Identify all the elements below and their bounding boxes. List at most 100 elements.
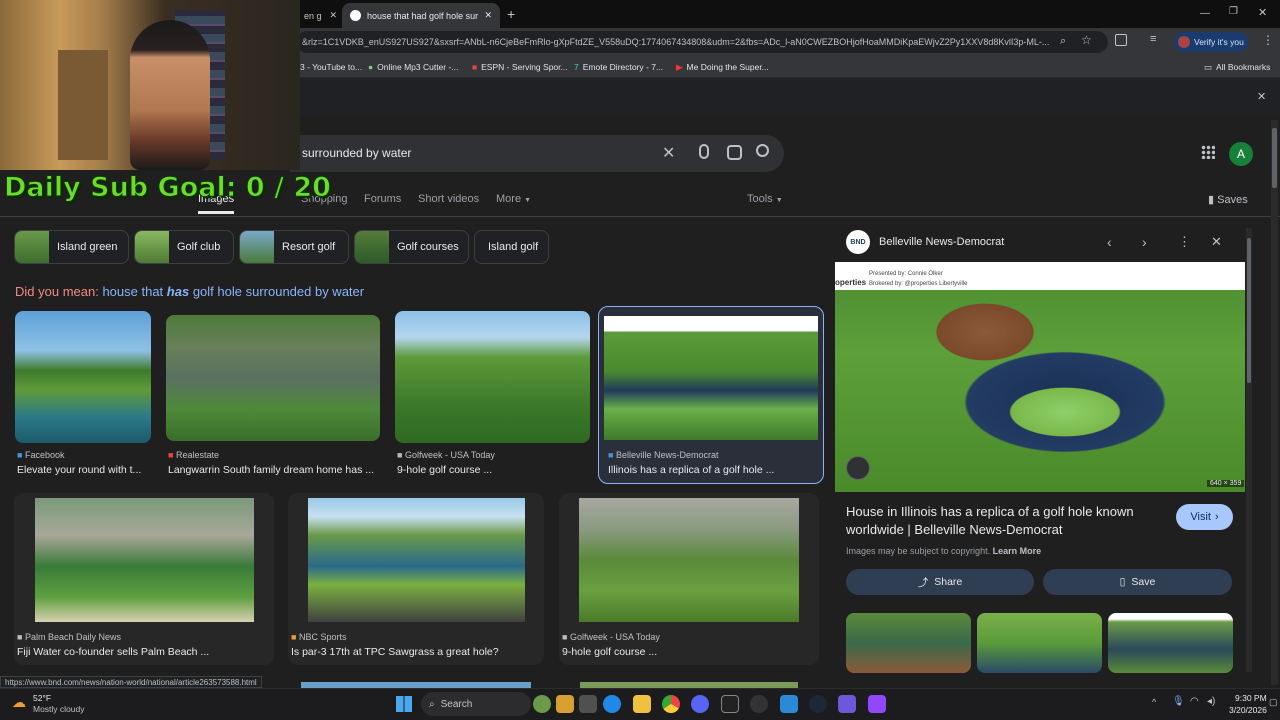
chrome-icon[interactable] <box>662 695 680 713</box>
chip-island-golf[interactable]: Island golf <box>474 230 549 264</box>
extensions-icon[interactable] <box>1115 34 1127 46</box>
result-image[interactable] <box>604 316 818 440</box>
minimize-icon[interactable]: — <box>1200 8 1210 19</box>
weather-temp[interactable]: 52°F <box>33 693 51 703</box>
notification-icon[interactable]: ▢ <box>1269 697 1278 708</box>
tab-forums[interactable]: Forums <box>364 193 401 205</box>
menu-kebab-icon[interactable]: ⋮ <box>1262 33 1274 47</box>
close-panel-icon[interactable]: ✕ <box>1211 234 1222 250</box>
restore-icon[interactable]: ❐ <box>1229 6 1238 17</box>
tab-active[interactable]: house that had golf hole surrou ✕ <box>342 3 500 28</box>
suggestion-link[interactable]: house that has golf hole surrounded by w… <box>102 284 364 299</box>
volume-icon[interactable]: ◂) <box>1207 696 1215 707</box>
zoom-icon[interactable]: ⌕ <box>1060 35 1066 48</box>
tools-button[interactable]: Tools ▼ <box>747 193 783 205</box>
next-icon[interactable]: › <box>1142 234 1147 250</box>
media-icon[interactable]: ≡ <box>1150 33 1156 45</box>
panel-source[interactable]: Belleville News-Democrat <box>879 236 1004 248</box>
bookmark-item[interactable]: 7 Emote Directory - 7... <box>574 58 663 76</box>
result-caption[interactable]: Illinois has a replica of a golf hole ..… <box>608 464 818 476</box>
twitch-icon[interactable] <box>868 695 886 713</box>
obs-icon[interactable] <box>750 695 768 713</box>
steam-icon[interactable] <box>809 695 827 713</box>
address-bar[interactable]: &rlz=1C1VDKB_enUS927US927&sxsrf=ANbL-n6C… <box>296 31 1108 53</box>
copilot-icon[interactable] <box>556 695 574 713</box>
chip-golf-courses[interactable]: Golf courses <box>354 230 469 264</box>
bookmark-star-icon[interactable]: ☆ <box>1081 33 1092 47</box>
apps-grid-icon[interactable] <box>1201 145 1215 159</box>
wifi-icon[interactable]: ◠ <box>1190 696 1199 707</box>
account-avatar[interactable]: A <box>1229 142 1253 166</box>
result-caption[interactable]: Fiji Water co-founder sells Palm Beach .… <box>17 646 272 658</box>
lens-search-icon[interactable] <box>846 456 870 480</box>
new-tab-button[interactable]: + <box>507 6 515 22</box>
result-image[interactable] <box>15 311 151 443</box>
more-options-icon[interactable]: ⋮ <box>1178 234 1191 250</box>
realestate-icon: ■ <box>168 450 174 460</box>
close-icon[interactable]: ✕ <box>484 10 492 21</box>
weather-icon[interactable]: ☁ <box>12 694 26 711</box>
previous-icon[interactable]: ‹ <box>1107 234 1112 250</box>
bookmark-item[interactable]: ▶ Me Doing the Super... <box>676 58 769 76</box>
related-image[interactable] <box>846 613 971 673</box>
panel-scroll-thumb[interactable] <box>1247 238 1251 383</box>
related-image[interactable] <box>977 613 1102 673</box>
close-icon[interactable]: ✕ <box>330 10 338 21</box>
chip-golf-club[interactable]: Golf club <box>134 230 234 264</box>
teams-icon[interactable] <box>838 695 856 713</box>
share-button[interactable]: ⤴ Share <box>846 569 1034 595</box>
result-caption[interactable]: Is par-3 17th at TPC Sawgrass a great ho… <box>291 646 541 658</box>
panel-title[interactable]: House in Illinois has a replica of a gol… <box>846 503 1156 539</box>
lens-icon[interactable] <box>727 145 742 160</box>
bookmark-item[interactable]: ■ ESPN - Serving Spor... <box>472 58 568 76</box>
panel-image[interactable] <box>835 262 1245 492</box>
tray-chevron-icon[interactable]: ^ <box>1152 697 1156 707</box>
save-button[interactable]: ▯ Save <box>1043 569 1232 595</box>
clear-icon[interactable]: ✕ <box>662 143 675 163</box>
search-icon[interactable] <box>756 144 769 157</box>
window-close-icon[interactable]: ✕ <box>1258 6 1267 19</box>
result-image[interactable] <box>166 315 380 441</box>
bookmark-item[interactable]: ● Online Mp3 Cutter -... <box>368 58 458 76</box>
tab-short-videos[interactable]: Short videos <box>418 193 479 205</box>
bookmark-item[interactable]: 3 - YouTube to... <box>300 58 362 76</box>
saves-button[interactable]: ▮ Saves <box>1208 193 1248 206</box>
facebook-icon: ■ <box>17 450 23 460</box>
result-caption[interactable]: 9-hole golf course ... <box>397 464 590 476</box>
discord-icon[interactable] <box>691 695 709 713</box>
close-icon[interactable]: ✕ <box>1257 90 1266 103</box>
visit-button[interactable]: Visit › <box>1176 504 1233 530</box>
microphone-icon[interactable] <box>699 144 709 159</box>
tab-more[interactable]: More ▼ <box>496 193 531 205</box>
page-scroll-thumb[interactable] <box>1272 128 1277 188</box>
task-view-icon[interactable] <box>579 695 597 713</box>
related-image[interactable] <box>1108 613 1233 673</box>
result-caption[interactable]: Langwarrin South family dream home has .… <box>168 464 380 476</box>
edge-icon[interactable] <box>603 695 621 713</box>
nbc-icon: ■ <box>291 632 297 642</box>
microphone-tray-icon[interactable]: 🎙 <box>1172 696 1185 707</box>
all-bookmarks[interactable]: ▭ All Bookmarks <box>1204 58 1270 76</box>
widgets-icon[interactable] <box>533 695 551 713</box>
windows-start-icon[interactable] <box>396 696 412 712</box>
weather-desc[interactable]: Mostly cloudy <box>33 704 85 714</box>
clock-date[interactable]: 3/20/2026 <box>1229 705 1267 715</box>
app-icon[interactable] <box>780 695 798 713</box>
result-image[interactable] <box>35 498 254 622</box>
clock-time[interactable]: 9:30 PM <box>1235 693 1267 703</box>
result-caption[interactable]: Elevate your round with t... <box>17 464 151 476</box>
page-scrollbar[interactable] <box>1271 120 1278 685</box>
chip-resort-golf[interactable]: Resort golf <box>239 230 349 264</box>
result-image[interactable] <box>308 498 525 622</box>
result-source: ■ Palm Beach Daily News <box>17 632 121 642</box>
verify-button[interactable]: Verify it's you <box>1174 32 1248 52</box>
epic-games-icon[interactable] <box>721 695 739 713</box>
result-image[interactable] <box>395 311 590 443</box>
learn-more-link[interactable]: Learn More <box>993 546 1042 556</box>
result-image[interactable] <box>579 498 799 622</box>
file-explorer-icon[interactable] <box>633 695 651 713</box>
chip-island-green[interactable]: Island green <box>14 230 129 264</box>
result-caption[interactable]: 9-hole golf course ... <box>562 646 817 658</box>
taskbar-search[interactable]: ⌕ Search <box>421 692 531 716</box>
tab-inactive[interactable]: en g ✕ <box>296 3 338 28</box>
